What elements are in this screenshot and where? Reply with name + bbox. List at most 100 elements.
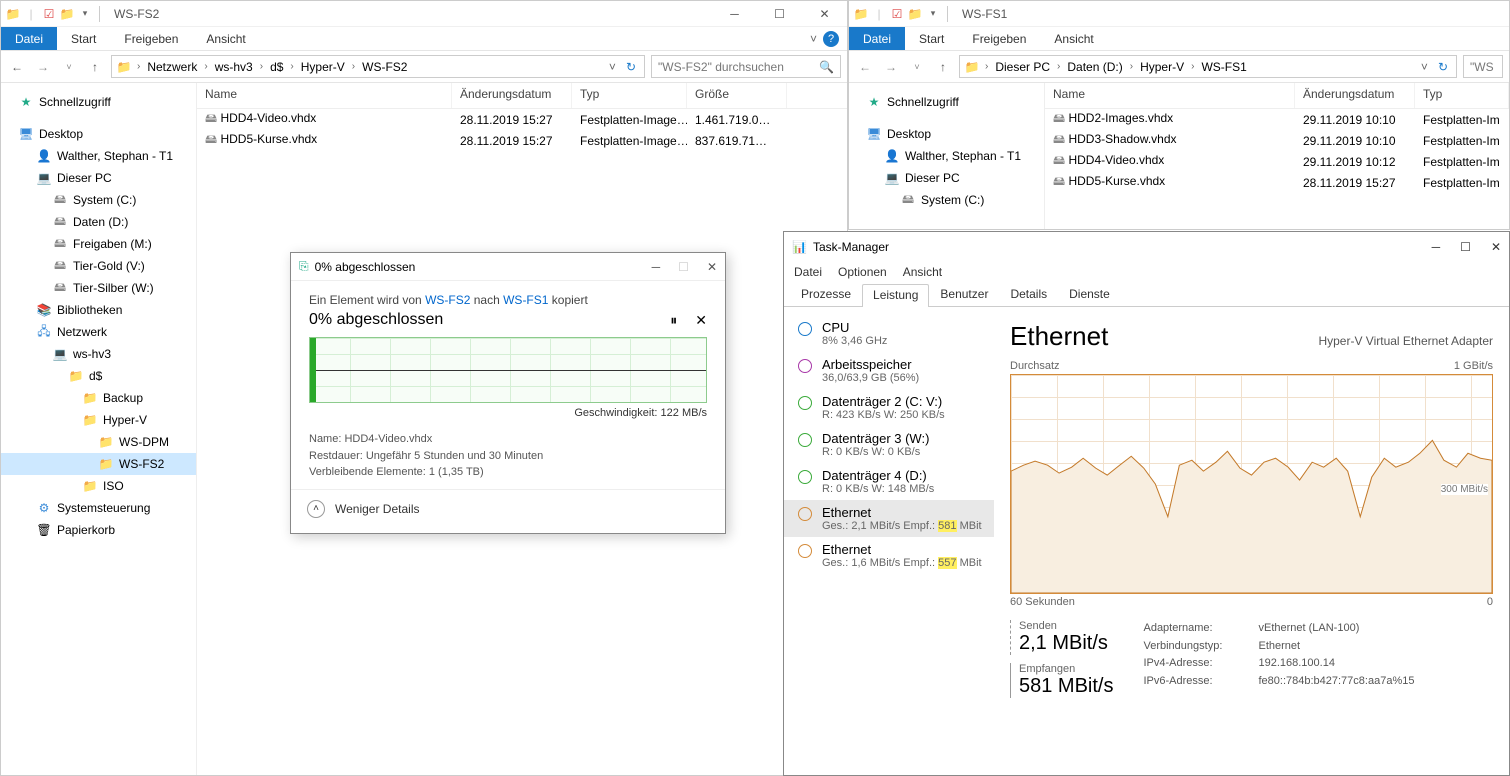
ribbon-tab-share[interactable]: Freigeben <box>110 27 192 50</box>
ribbon-tab-view[interactable]: Ansicht <box>1040 27 1107 50</box>
perf-item-cpu[interactable]: CPU8% 3,46 GHz <box>784 315 994 352</box>
perf-item-disk[interactable]: Datenträger 3 (W:)R: 0 KB/s W: 0 KB/s <box>784 426 994 463</box>
close-button[interactable]: ✕ <box>1491 240 1501 254</box>
minimize-button[interactable]: ─ <box>712 1 757 27</box>
less-details-button[interactable]: Weniger Details <box>335 502 419 516</box>
col-date[interactable]: Änderungsdatum <box>452 83 572 108</box>
qat-dropdown-icon[interactable]: ▾ <box>925 6 941 22</box>
help-icon[interactable]: ? <box>823 31 839 47</box>
chevron-icon[interactable]: › <box>201 61 210 72</box>
col-type[interactable]: Typ <box>572 83 687 108</box>
nav-drive[interactable]: 🖴Tier-Silber (W:) <box>1 277 196 299</box>
crumb[interactable]: ws-hv3 <box>213 60 255 74</box>
nav-folder[interactable]: 📁WS-DPM <box>1 431 196 453</box>
nav-network[interactable]: 🖧Netzwerk <box>1 321 196 343</box>
chevron-icon[interactable]: › <box>1127 61 1136 72</box>
perf-item-memory[interactable]: Arbeitsspeicher36,0/63,9 GB (56%) <box>784 352 994 389</box>
crumb[interactable]: Dieser PC <box>993 60 1052 74</box>
crumb[interactable]: Hyper-V <box>1138 60 1186 74</box>
crumb[interactable]: Netzwerk <box>145 60 199 74</box>
back-button[interactable]: ← <box>7 60 27 74</box>
back-button[interactable]: ← <box>855 60 875 74</box>
refresh-icon[interactable]: ↻ <box>622 60 640 74</box>
ribbon-tab-start[interactable]: Start <box>905 27 958 50</box>
menu-view[interactable]: Ansicht <box>903 265 942 279</box>
path-dropdown-icon[interactable]: ˅ <box>1417 60 1432 74</box>
nav-quick-access[interactable]: ★Schnellzugriff <box>1 91 196 113</box>
tab-performance[interactable]: Leistung <box>862 284 929 307</box>
recent-button[interactable]: ˅ <box>907 62 927 72</box>
tab-users[interactable]: Benutzer <box>929 283 999 306</box>
perf-item-ethernet-selected[interactable]: EthernetGes.: 2,1 MBit/s Empf.: 581 MBit <box>784 500 994 537</box>
menu-options[interactable]: Optionen <box>838 265 887 279</box>
nav-user[interactable]: 👤Walther, Stephan - T1 <box>1 145 196 167</box>
file-row[interactable]: 🖴 HDD4-Video.vhdx 28.11.2019 15:27 Festp… <box>197 109 847 130</box>
nav-quick-access[interactable]: ★Schnellzugriff <box>849 91 1044 113</box>
file-row[interactable]: 🖴 HDD3-Shadow.vhdx29.11.2019 10:10Festpl… <box>1045 130 1509 151</box>
path-dropdown-icon[interactable]: ˅ <box>605 60 620 74</box>
minimize-button[interactable]: ─ <box>652 260 661 274</box>
cancel-button[interactable]: ✕ <box>695 312 707 329</box>
file-row[interactable]: 🖴 HDD5-Kurse.vhdx 28.11.2019 15:27 Festp… <box>197 130 847 151</box>
qat-open-icon[interactable]: 📁 <box>907 6 923 22</box>
crumb[interactable]: WS-FS1 <box>1199 60 1248 74</box>
forward-button[interactable]: → <box>881 60 901 74</box>
search-icon[interactable]: 🔍 <box>819 60 834 74</box>
breadcrumb-path[interactable]: 📁 › Netzwerk› ws-hv3› d$› Hyper-V› WS-FS… <box>111 55 645 78</box>
ribbon-tab-share[interactable]: Freigeben <box>958 27 1040 50</box>
perf-item-ethernet[interactable]: EthernetGes.: 1,6 MBit/s Empf.: 557 MBit <box>784 537 994 574</box>
recent-button[interactable]: ˅ <box>59 62 79 72</box>
forward-button[interactable]: → <box>33 60 53 74</box>
chevron-icon[interactable]: › <box>134 61 143 72</box>
chevron-icon[interactable]: › <box>982 61 991 72</box>
col-size[interactable]: Größe <box>687 83 787 108</box>
file-row[interactable]: 🖴 HDD5-Kurse.vhdx28.11.2019 15:27Festpla… <box>1045 172 1509 193</box>
ribbon-expand-icon[interactable]: ˅ <box>810 32 817 46</box>
qat-open-icon[interactable]: 📁 <box>59 6 75 22</box>
nav-host[interactable]: 💻ws-hv3 <box>1 343 196 365</box>
crumb[interactable]: Daten (D:) <box>1065 60 1124 74</box>
col-name[interactable]: Name <box>1045 83 1295 108</box>
nav-desktop[interactable]: 🖥Desktop <box>1 123 196 145</box>
chevron-icon[interactable]: › <box>287 61 296 72</box>
close-button[interactable]: ✕ <box>707 260 717 274</box>
col-type[interactable]: Typ <box>1415 83 1509 108</box>
nav-drive[interactable]: 🖴Daten (D:) <box>1 211 196 233</box>
up-button[interactable]: ↑ <box>933 60 953 74</box>
nav-this-pc[interactable]: 💻Dieser PC <box>849 167 1044 189</box>
nav-desktop[interactable]: 🖥Desktop <box>849 123 1044 145</box>
src-link[interactable]: WS-FS2 <box>425 293 470 307</box>
qat-properties-icon[interactable]: ☑ <box>889 6 905 22</box>
col-name[interactable]: Name <box>197 83 452 108</box>
nav-drive[interactable]: 🖴System (C:) <box>849 189 1044 211</box>
chevron-icon[interactable]: › <box>349 61 358 72</box>
qat-dropdown-icon[interactable]: ▾ <box>77 6 93 22</box>
nav-folder-selected[interactable]: 📁WS-FS2 <box>1 453 196 475</box>
nav-folder[interactable]: 📁Hyper-V <box>1 409 196 431</box>
col-date[interactable]: Änderungsdatum <box>1295 83 1415 108</box>
menu-file[interactable]: Datei <box>794 265 822 279</box>
dst-link[interactable]: WS-FS1 <box>503 293 548 307</box>
nav-control-panel[interactable]: ⚙Systemsteuerung <box>1 497 196 519</box>
nav-libraries[interactable]: 📚Bibliotheken <box>1 299 196 321</box>
ribbon-tab-start[interactable]: Start <box>57 27 110 50</box>
crumb[interactable]: Hyper-V <box>299 60 347 74</box>
ribbon-file-tab[interactable]: Datei <box>849 27 905 50</box>
ribbon-tab-view[interactable]: Ansicht <box>192 27 259 50</box>
tab-processes[interactable]: Prozesse <box>790 283 862 306</box>
refresh-icon[interactable]: ↻ <box>1434 60 1452 74</box>
file-row[interactable]: 🖴 HDD4-Video.vhdx29.11.2019 10:12Festpla… <box>1045 151 1509 172</box>
maximize-button[interactable]: ☐ <box>757 1 802 27</box>
search-input[interactable]: "WS-FS2" durchsuchen 🔍 <box>651 55 841 78</box>
perf-item-disk[interactable]: Datenträger 4 (D:)R: 0 KB/s W: 148 MB/s <box>784 463 994 500</box>
collapse-icon[interactable]: ˄ <box>307 500 325 518</box>
chevron-icon[interactable]: › <box>1188 61 1197 72</box>
qat-properties-icon[interactable]: ☑ <box>41 6 57 22</box>
crumb[interactable]: d$ <box>268 60 285 74</box>
minimize-button[interactable]: ─ <box>1432 240 1441 254</box>
nav-this-pc[interactable]: 💻Dieser PC <box>1 167 196 189</box>
close-button[interactable]: ✕ <box>802 1 847 27</box>
nav-drive[interactable]: 🖴Tier-Gold (V:) <box>1 255 196 277</box>
tab-services[interactable]: Dienste <box>1058 283 1121 306</box>
nav-recycle-bin[interactable]: 🗑Papierkorb <box>1 519 196 541</box>
